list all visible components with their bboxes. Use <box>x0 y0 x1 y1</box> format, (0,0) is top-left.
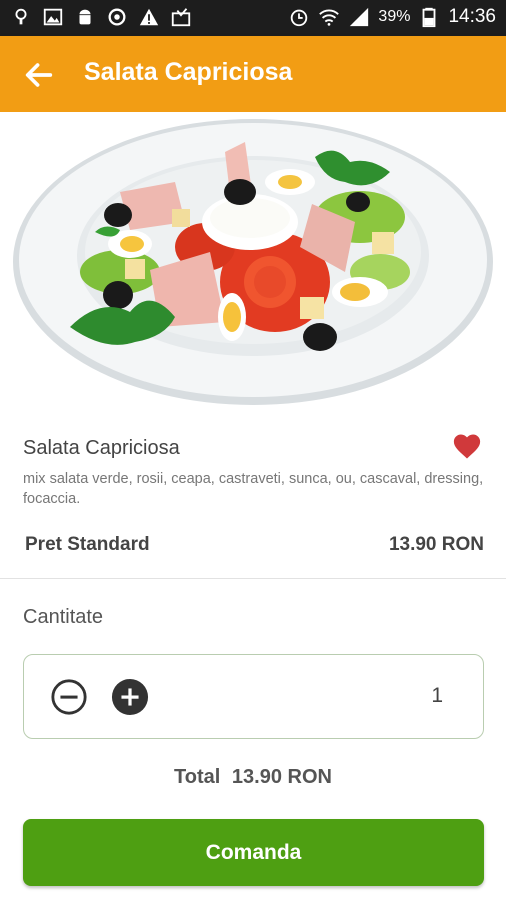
divider <box>0 578 506 579</box>
product-image <box>0 112 506 416</box>
quantity-value: 1 <box>431 684 443 707</box>
signal-icon <box>348 6 370 28</box>
order-button[interactable]: Comanda <box>23 819 484 886</box>
status-bar: 39% 14:36 <box>0 0 506 36</box>
product-name: Salata Capriciosa <box>23 437 180 459</box>
total-value: 13.90 RON <box>231 766 332 788</box>
battery-percent: 39% <box>378 8 411 25</box>
app-bar: Salata Capriciosa <box>0 36 506 112</box>
minus-circle-icon[interactable] <box>50 678 88 716</box>
status-icons-left <box>10 6 192 28</box>
favorite-heart-icon[interactable] <box>452 432 482 460</box>
alarm-icon <box>288 6 310 28</box>
image-icon <box>42 6 64 28</box>
price-label: Pret Standard <box>25 534 150 555</box>
status-time: 14:36 <box>448 6 496 27</box>
product-description: mix salata verde, rosii, ceapa, castrave… <box>23 471 484 507</box>
quantity-stepper: 1 <box>23 654 484 739</box>
order-button-label: Comanda <box>205 840 302 864</box>
warning-icon <box>138 6 160 28</box>
battery-icon <box>418 6 440 28</box>
status-icons-right: 39% 14:36 <box>288 6 496 28</box>
quantity-label: Cantitate <box>23 606 104 628</box>
page-title: Salata Capriciosa <box>84 58 293 86</box>
android-icon <box>74 6 96 28</box>
total-row: Total 13.90 RON <box>0 766 506 789</box>
total-label: Total <box>174 766 221 788</box>
price-value: 13.90 RON <box>388 534 484 555</box>
wifi-icon <box>318 6 340 28</box>
sync-icon <box>106 6 128 28</box>
inbox-icon <box>170 6 192 28</box>
plus-circle-icon[interactable] <box>111 678 149 716</box>
back-arrow-icon[interactable] <box>22 58 56 92</box>
location-pin-icon <box>10 6 32 28</box>
